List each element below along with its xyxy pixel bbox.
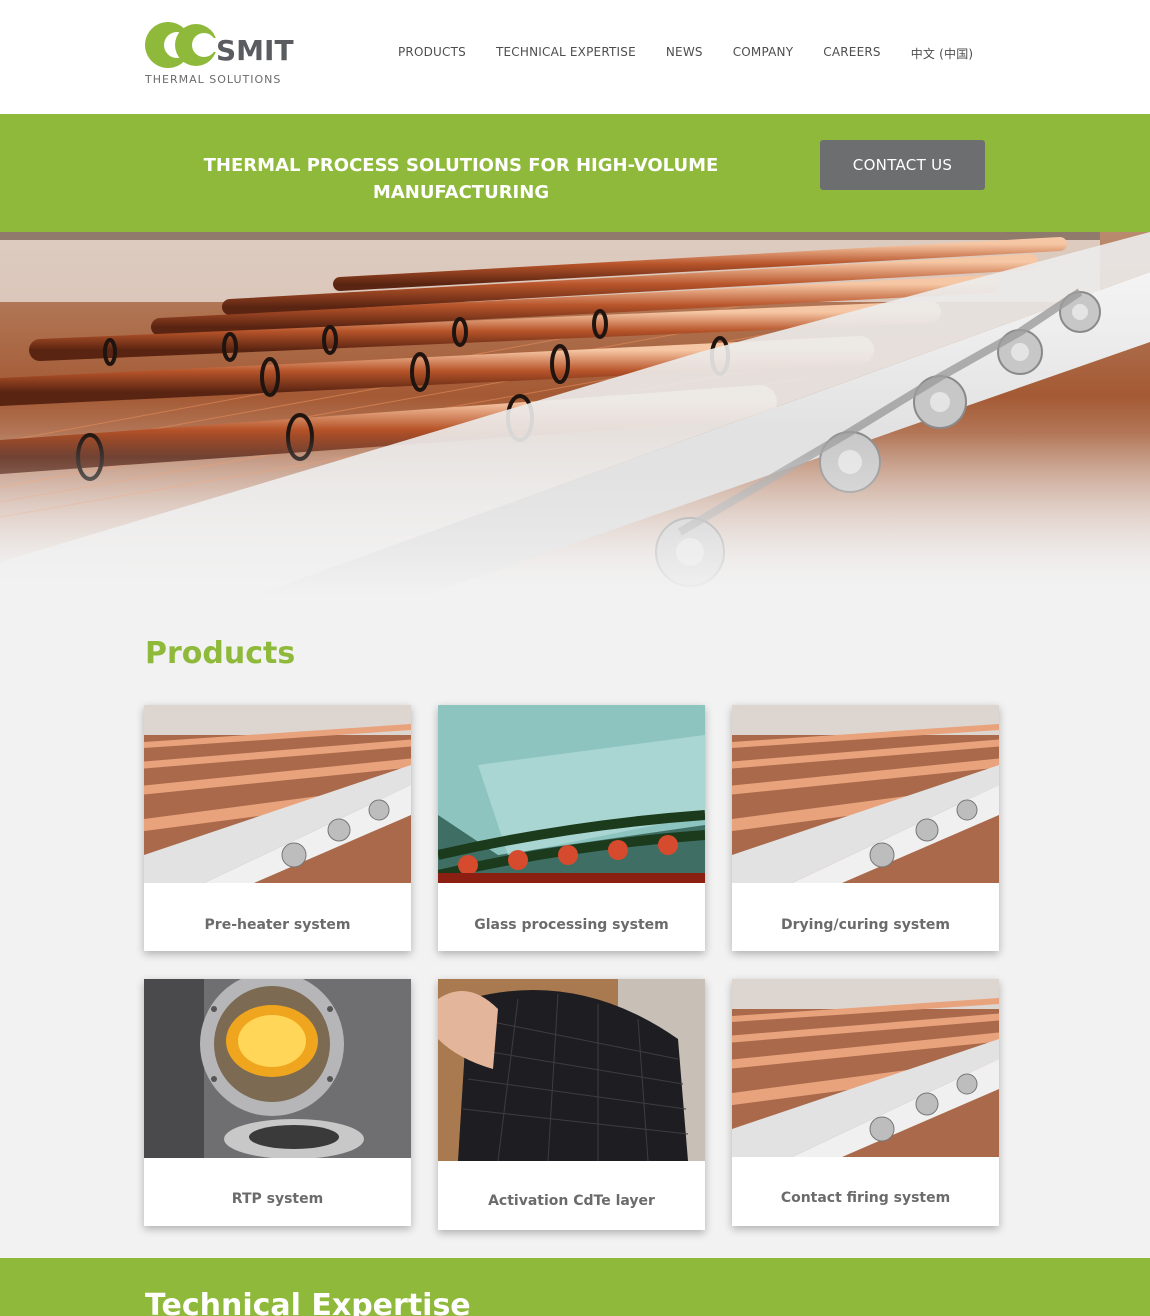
banner-title: THERMAL PROCESS SOLUTIONS FOR HIGH-VOLUM… (196, 152, 726, 206)
nav-company[interactable]: COMPANY (733, 45, 794, 62)
nav-language-chinese[interactable]: 中文 (中国) (911, 45, 974, 62)
logo-name: SMIT (216, 34, 294, 67)
nav-careers[interactable]: CAREERS (823, 45, 880, 62)
product-label: Activation CdTe layer (488, 1193, 655, 1209)
product-label: Contact firing system (780, 1190, 951, 1206)
nav-news[interactable]: NEWS (666, 45, 703, 62)
product-label: RTP system (231, 1191, 324, 1207)
product-image-drying-curing (732, 705, 999, 883)
banner-title-line-1: THERMAL PROCESS SOLUTIONS FOR HIGH-VOLUM… (203, 155, 719, 176)
product-card-pre-heater[interactable]: Pre-heater system (144, 705, 411, 951)
product-card-drying-curing[interactable]: Drying/curing system (732, 705, 999, 951)
product-card-glass-processing[interactable]: Glass processing system (438, 705, 705, 951)
hero-image (0, 232, 1150, 597)
logo-tagline: THERMAL SOLUTIONS (145, 73, 282, 86)
product-label: Pre-heater system (204, 917, 351, 933)
product-image-activation-cdte (438, 979, 705, 1161)
products-heading: Products (145, 636, 296, 671)
banner-title-line-2: MANUFACTURING (372, 182, 550, 203)
site-header: SMIT THERMAL SOLUTIONS PRODUCTS TECHNICA… (0, 0, 1150, 114)
nav-products[interactable]: PRODUCTS (398, 45, 466, 62)
nav-technical-expertise[interactable]: TECHNICAL EXPERTISE (496, 45, 636, 62)
contact-us-button[interactable]: CONTACT US (820, 140, 985, 190)
technical-expertise-heading: Technical Expertise (145, 1288, 471, 1316)
hero-banner: THERMAL PROCESS SOLUTIONS FOR HIGH-VOLUM… (0, 114, 1150, 232)
main-nav: PRODUCTS TECHNICAL EXPERTISE NEWS COMPAN… (398, 45, 973, 62)
product-image-contact-firing (732, 979, 999, 1157)
product-card-activation-cdte[interactable]: Activation CdTe layer (438, 979, 705, 1230)
product-image-rtp (144, 979, 411, 1158)
product-card-contact-firing[interactable]: Contact firing system (732, 979, 999, 1226)
technical-expertise-section: Technical Expertise (0, 1258, 1150, 1316)
product-label: Glass processing system (474, 917, 669, 933)
product-label: Drying/curing system (781, 917, 950, 933)
product-card-rtp[interactable]: RTP system (144, 979, 411, 1226)
product-image-pre-heater (144, 705, 411, 883)
logo[interactable]: SMIT THERMAL SOLUTIONS (144, 18, 316, 88)
logo-mark-icon (145, 22, 224, 68)
product-image-glass-processing (438, 705, 705, 883)
